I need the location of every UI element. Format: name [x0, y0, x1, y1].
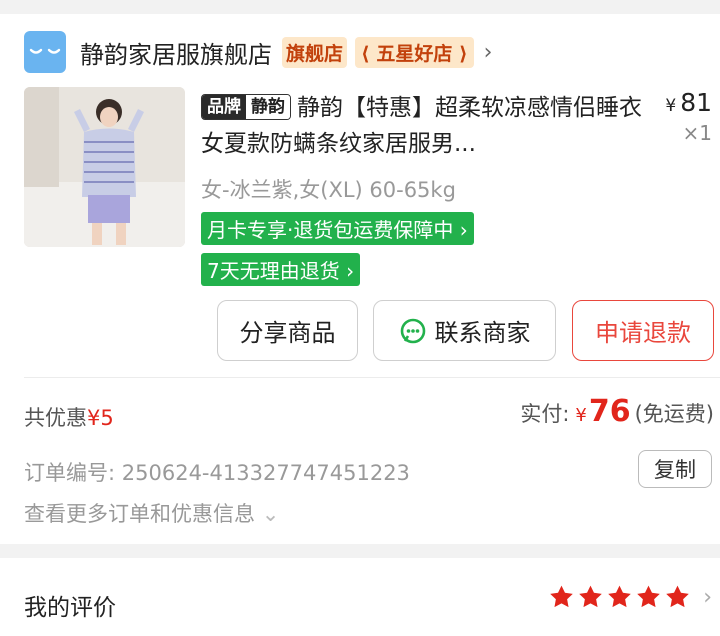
price-column: ¥81 ×1: [665, 88, 712, 145]
amount-paid: 实付: ¥ 76 (免运费): [520, 394, 714, 429]
smile-eyes-icon: [29, 48, 61, 54]
order-card: 静韵家居服旗舰店 旗舰店 ⟨ 五星好店 ⟩ › 品牌 静韵 静韵【特惠】超柔软凉感情…: [0, 14, 720, 544]
service-tag-7day-return[interactable]: 7天无理由退货 ›: [201, 253, 361, 286]
chat-bubble-icon: [400, 318, 425, 343]
star-icon: [608, 585, 631, 608]
five-star-store-badge: ⟨ 五星好店 ⟩: [355, 36, 474, 68]
store-name[interactable]: 静韵家居服旗舰店: [80, 35, 272, 70]
my-review-section[interactable]: 我的评价 ›: [0, 558, 720, 636]
unit-price: ¥81: [665, 88, 712, 117]
service-tag-freight-insurance[interactable]: 月卡专享·退货包运费保障中 ›: [201, 212, 474, 245]
brand-tag: 品牌 静韵: [201, 94, 291, 120]
review-title: 我的评价: [24, 595, 116, 621]
store-logo: [24, 31, 66, 73]
chevron-right-icon[interactable]: ›: [484, 40, 493, 65]
star-icon: [666, 585, 689, 608]
star-rating: ›: [548, 584, 712, 610]
total-discount: 共优惠¥5: [24, 406, 114, 430]
star-icon: [579, 585, 602, 608]
quantity: ×1: [682, 121, 712, 145]
chevron-down-icon: ⌄: [261, 502, 280, 526]
request-refund-button[interactable]: 申请退款: [572, 300, 714, 361]
divider: [24, 377, 720, 378]
product-variant: 女-冰兰紫,女(XL) 60-65kg: [201, 178, 456, 202]
order-number: 订单编号: 250624-413327747451223: [24, 461, 410, 485]
star-icon: [550, 585, 573, 608]
flagship-badge: 旗舰店: [282, 36, 348, 68]
star-icon: [637, 585, 660, 608]
copy-order-number-button[interactable]: 复制: [638, 450, 712, 488]
product-title[interactable]: 品牌 静韵 静韵【特惠】超柔软凉感情侣睡衣女夏款防螨条纹家居服男...: [201, 90, 651, 162]
share-product-button[interactable]: 分享商品: [217, 300, 358, 361]
product-image[interactable]: [24, 87, 185, 247]
store-header[interactable]: 静韵家居服旗舰店 旗舰店 ⟨ 五星好店 ⟩ ›: [24, 31, 493, 73]
chevron-right-icon[interactable]: ›: [703, 585, 712, 610]
more-orders-link[interactable]: 查看更多订单和优惠信息 ⌄: [24, 498, 279, 528]
contact-seller-button[interactable]: 联系商家: [373, 300, 556, 361]
